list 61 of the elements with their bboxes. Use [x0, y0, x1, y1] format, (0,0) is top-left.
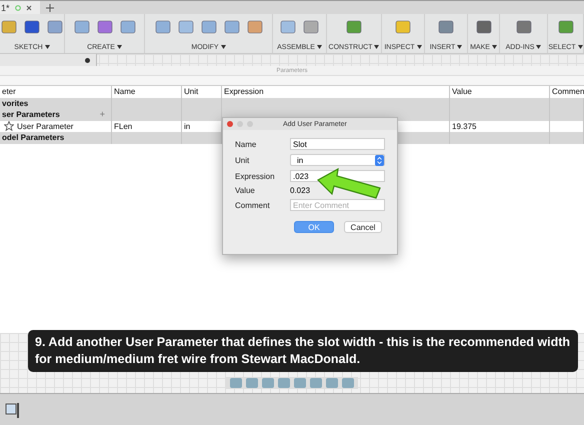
tool-icon[interactable] — [23, 18, 41, 36]
table-cell: 19.375 — [452, 122, 476, 131]
table-cell: in — [184, 122, 190, 131]
tool-icon[interactable] — [302, 18, 320, 36]
nav-tool-icon[interactable] — [262, 378, 274, 388]
document-tab[interactable]: 1* — [0, 1, 40, 14]
nav-tool-icon[interactable] — [230, 378, 242, 388]
tool-icon[interactable] — [474, 18, 492, 36]
tool-icon[interactable] — [279, 18, 297, 36]
field-label: Expression — [235, 172, 276, 180]
tool-icon[interactable] — [96, 18, 114, 36]
tool-icon[interactable] — [437, 18, 455, 36]
caret-icon — [44, 45, 50, 49]
input-field[interactable]: Slot — [290, 138, 385, 150]
star-icon[interactable] — [4, 121, 14, 132]
caret-icon — [374, 45, 380, 49]
pin-icon[interactable] — [85, 58, 90, 62]
nav-tool-icon[interactable] — [246, 378, 258, 388]
field-value: 0.023 — [290, 186, 312, 195]
tool-icon[interactable] — [222, 18, 240, 36]
caret-icon — [416, 45, 422, 49]
tool-icon[interactable] — [0, 18, 18, 36]
tool-icon[interactable] — [345, 18, 363, 36]
nav-tool-icon[interactable] — [310, 378, 322, 388]
caret-icon — [220, 45, 226, 49]
tool-icon[interactable] — [154, 18, 172, 36]
unit-select[interactable]: in — [290, 154, 385, 166]
caption-text: 9. Add another User Parameter that defines the slot width - this is the recommended width for medium/medium fret wire from Stewart MacDonald. — [28, 330, 578, 372]
parameter-label: User Parameter — [17, 122, 74, 131]
tool-icon[interactable] — [246, 18, 264, 36]
nav-tool-icon[interactable] — [342, 378, 354, 388]
caret-icon — [492, 45, 497, 49]
field-label: Unit — [235, 156, 250, 164]
caret-icon — [457, 45, 462, 49]
nav-tool-icon[interactable] — [326, 378, 338, 388]
tool-icon[interactable] — [514, 18, 532, 36]
stepper-icon — [375, 154, 384, 166]
tool-icon[interactable] — [176, 18, 194, 36]
tool-icon[interactable] — [394, 18, 412, 36]
caret-icon — [116, 45, 122, 49]
nav-tool-icon[interactable] — [294, 378, 306, 388]
tool-icon[interactable] — [556, 18, 574, 36]
input-field[interactable]: Enter Comment — [290, 199, 385, 211]
tool-icon[interactable] — [200, 18, 218, 36]
field-label: Name — [235, 140, 258, 148]
field-label: Value — [235, 186, 256, 195]
tool-icon[interactable] — [46, 18, 64, 36]
caret-icon — [536, 45, 542, 49]
tool-icon[interactable] — [118, 18, 136, 36]
close-icon[interactable] — [26, 4, 32, 10]
table-cell: FLen — [114, 122, 132, 131]
circle-icon — [14, 4, 21, 10]
plus-icon[interactable] — [46, 4, 54, 12]
caret-icon — [316, 45, 322, 49]
caret-icon — [578, 45, 583, 49]
close-icon[interactable] — [227, 121, 233, 127]
field-label: Comment — [235, 200, 271, 210]
dialog-button[interactable]: Cancel — [344, 221, 382, 233]
tool-icon[interactable] — [72, 18, 90, 36]
timeline-icon[interactable] — [5, 400, 21, 418]
nav-tool-icon[interactable] — [278, 378, 290, 388]
